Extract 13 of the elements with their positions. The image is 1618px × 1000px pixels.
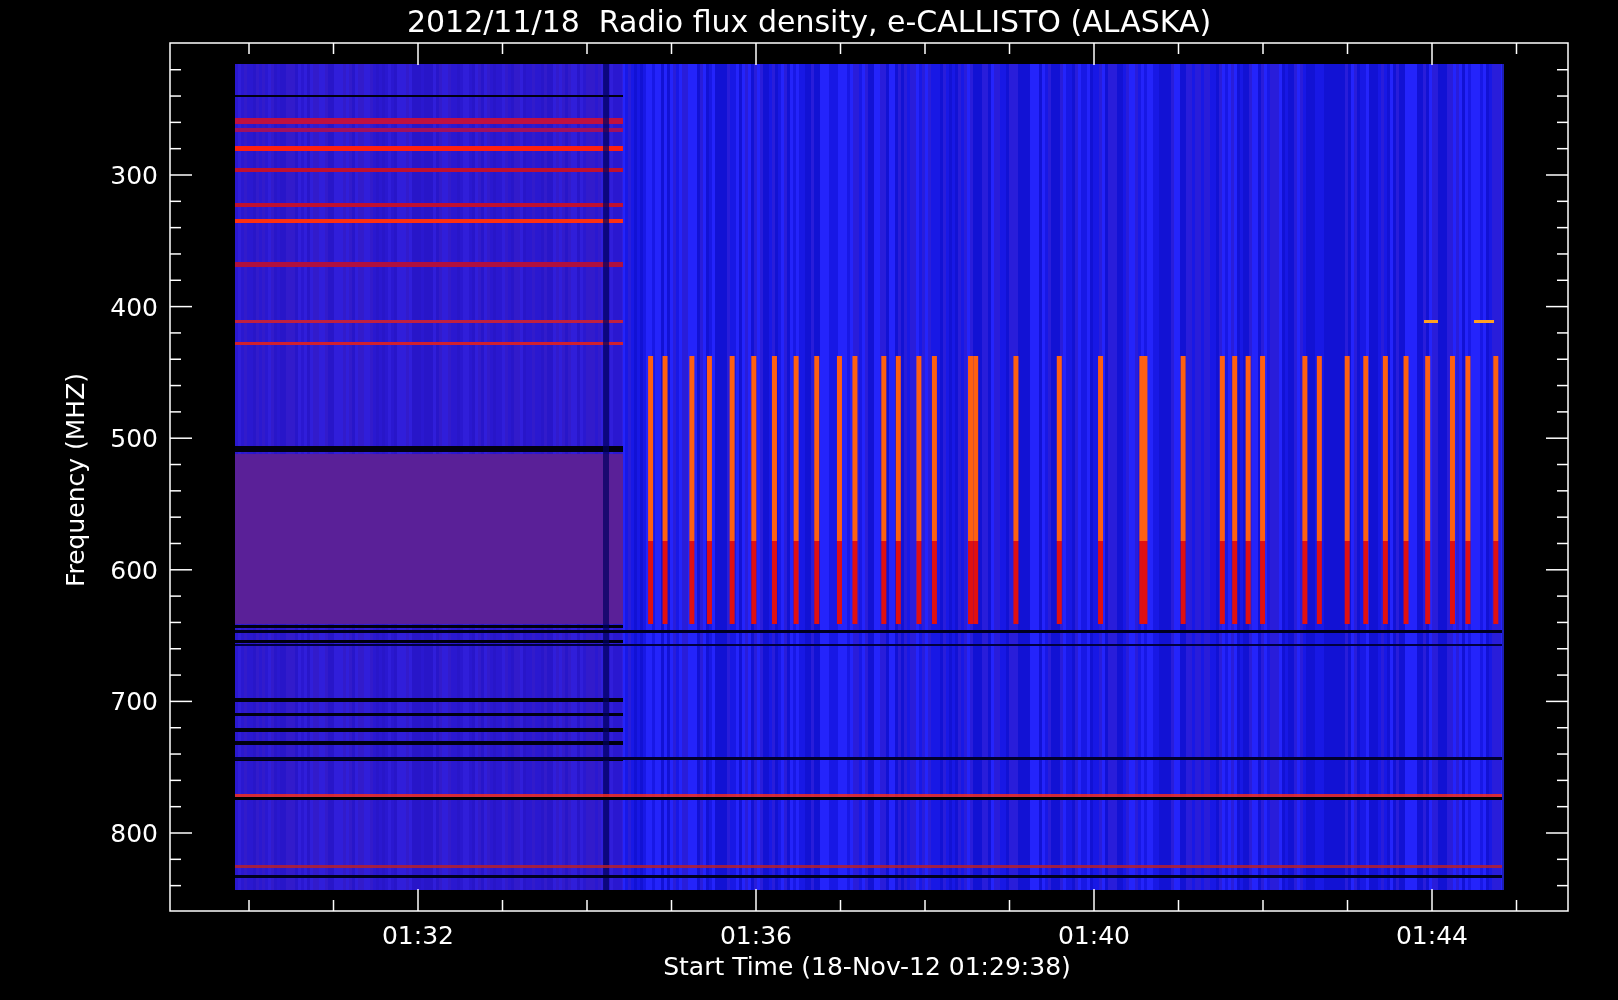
y-tick-label: 500 <box>110 424 158 454</box>
y-tick-label: 800 <box>110 819 158 848</box>
x-tick-label: 01:40 <box>1058 921 1130 950</box>
x-tick-label: 01:32 <box>382 921 454 950</box>
y-tick-label: 300 <box>110 161 158 190</box>
chart-title: 2012/11/18 Radio flux density, e-CALLISTO (ALASKA) <box>406 4 1212 39</box>
y-tick-label: 400 <box>110 292 158 322</box>
y-tick-label: 700 <box>110 687 158 717</box>
x-tick-label: 01:36 <box>720 921 792 950</box>
x-tick-label: 01:44 <box>1396 921 1468 950</box>
x-axis-label: Start Time (18-Nov-12 01:29:38) <box>663 952 1071 981</box>
y-axis-label: Frequency (MHZ) <box>61 372 90 588</box>
y-tick-label: 600 <box>110 555 158 585</box>
